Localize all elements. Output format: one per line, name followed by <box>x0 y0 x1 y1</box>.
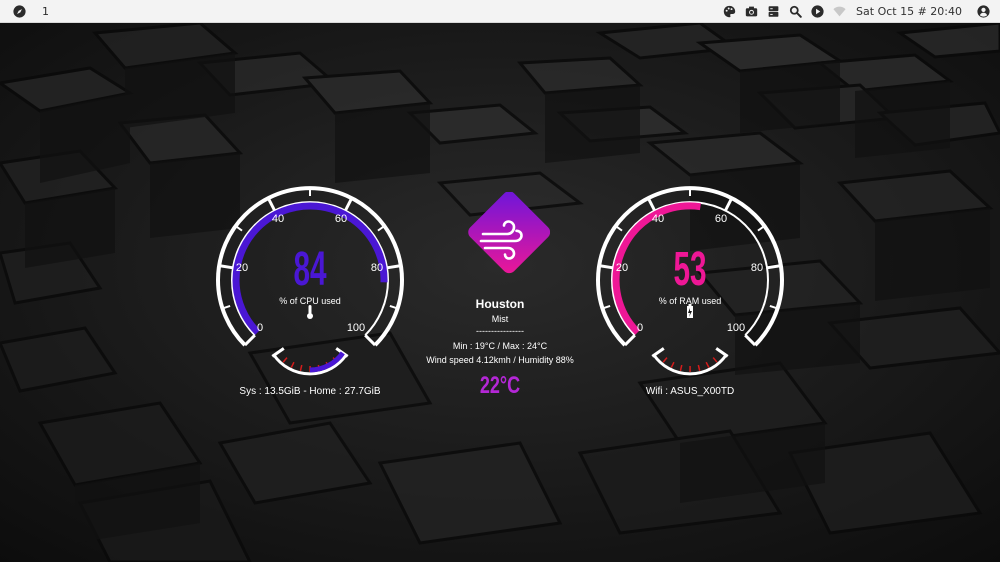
ram-sub-tick <box>712 357 718 363</box>
ram-sub-tick <box>679 364 683 372</box>
ram-sub-tick <box>670 361 675 368</box>
ram-caption: % of RAM used <box>658 296 722 306</box>
ram-sub-tick <box>705 361 710 368</box>
ram-tick-20: 20 <box>615 262 629 274</box>
ram-tick-60: 60 <box>714 213 728 225</box>
ram-tick-100: 100 <box>726 322 746 334</box>
ram-sub-tick <box>662 357 668 363</box>
ram-sub-cap <box>715 347 729 358</box>
ram-tick-mark <box>614 225 623 232</box>
ram-tick-80: 80 <box>750 262 764 274</box>
ram-tick-mark <box>598 264 614 270</box>
battery-icon <box>687 304 693 318</box>
ram-gauge-graphic <box>596 186 784 376</box>
ram-sub-tick <box>697 364 701 372</box>
ram-footer: Wifi : ASUS_X00TD <box>645 386 735 397</box>
ram-value: 53 <box>673 243 707 296</box>
ram-tick-0: 0 <box>636 322 644 334</box>
ram-tick-mark <box>744 334 757 347</box>
ram-tick-40: 40 <box>651 213 665 225</box>
ram-tick-mark <box>724 197 734 212</box>
ram-sub-cap <box>651 347 665 358</box>
ram-tick-mark <box>766 264 782 270</box>
ram-tick-mark <box>623 334 636 347</box>
ram-tick-mark <box>757 225 766 232</box>
ram-tick-mark <box>646 197 656 212</box>
